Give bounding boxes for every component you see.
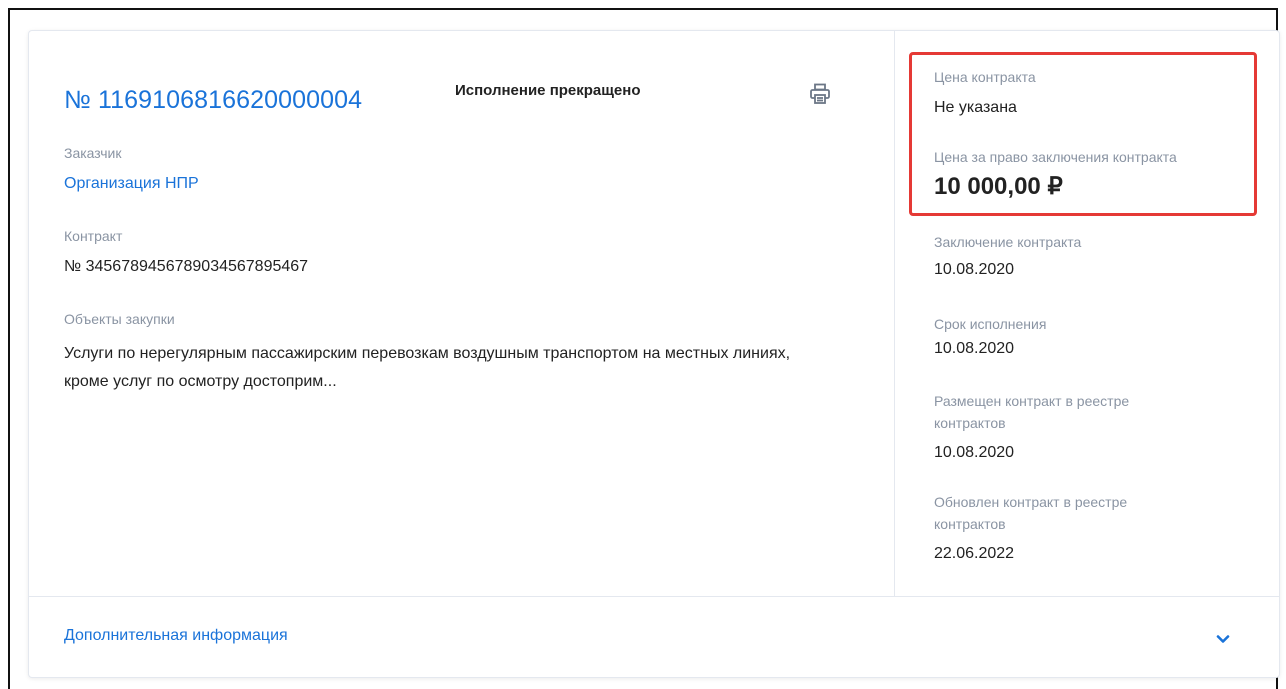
conclusion-date: 10.08.2020 [934, 261, 1015, 278]
updated-date: 22.06.2022 [934, 545, 1015, 562]
contract-price-value: Не указана [934, 99, 1017, 116]
deadline-date: 10.08.2020 [934, 340, 1015, 357]
updated-label: Обновлен контракт в реестре контрактов [934, 494, 1128, 532]
customer-link[interactable]: Организация НПР [64, 175, 199, 193]
procurement-objects-label: Объекты закупки [64, 311, 175, 327]
placed-label: Размещен контракт в реестре контрактов [934, 393, 1130, 431]
procurement-objects-value: Услуги по нерегулярным пассажирским пере… [64, 345, 791, 390]
chevron-down-icon[interactable] [1214, 630, 1232, 648]
status-badge: Исполнение прекращено [455, 82, 641, 99]
contract-label: Контракт [64, 228, 123, 244]
deadline-label: Срок исполнения [934, 316, 1047, 332]
placed-date: 10.08.2020 [934, 444, 1015, 461]
contract-number-link[interactable]: № 1169106816620000004 [64, 84, 362, 116]
printer-icon[interactable] [808, 82, 830, 104]
right-price-value: 10 000,00 ₽ [934, 173, 1063, 200]
contract-price-label: Цена контракта [934, 69, 1036, 85]
customer-label: Заказчик [64, 145, 122, 161]
right-price-label: Цена за право заключения контракта [934, 149, 1177, 165]
contract-number-value: № 3456789456789034567895467 [64, 258, 309, 275]
additional-info-link[interactable]: Дополнительная информация [64, 627, 288, 645]
conclusion-label: Заключение контракта [934, 234, 1082, 250]
